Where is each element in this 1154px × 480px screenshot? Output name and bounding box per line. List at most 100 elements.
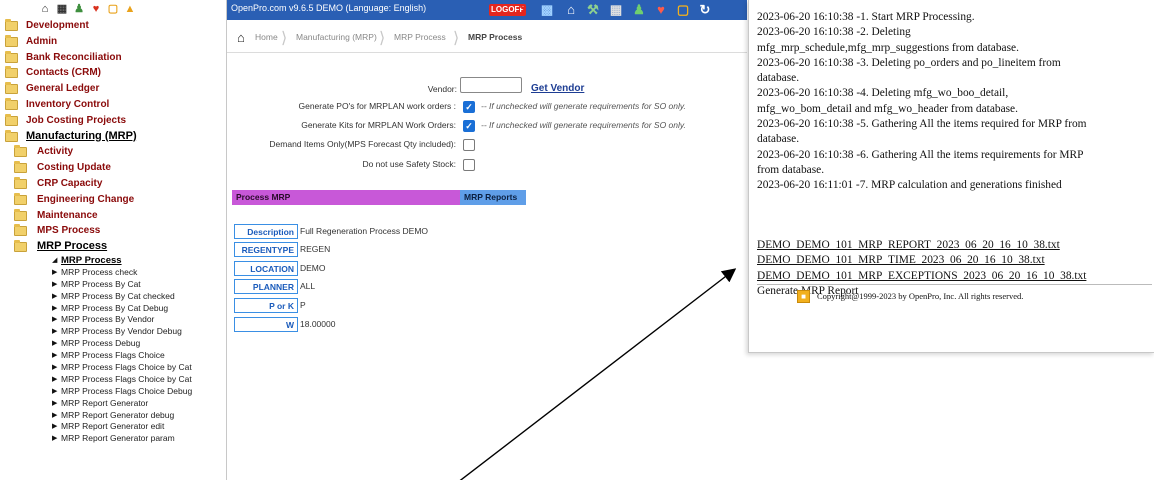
report-file-link[interactable]: DEMO_DEMO_101_MRP_REPORT_2023_06_20_16_1… (757, 238, 1152, 253)
sidebar-item-mps-process[interactable]: MPS Process (0, 223, 226, 239)
mrp-submenu-label: MRP Process Flags Choice Debug (61, 385, 193, 396)
generate-pos-checkbox[interactable]: ✓ (463, 101, 475, 113)
collapsed-arrow-icon: ▶ (52, 268, 58, 276)
log-line: 2023-06-20 16:10:38 -1. Start MRP Proces… (757, 11, 975, 23)
process-log: 2023-06-20 16:10:38 -1. Start MRP Proces… (757, 10, 1152, 194)
mrp-submenu-item[interactable]: ▶ MRP Process By Cat (0, 279, 226, 291)
sidebar-item-manufacturing[interactable]: Manufacturing (MRP) (0, 129, 226, 145)
collapsed-arrow-icon: ▶ (52, 292, 58, 300)
log-line: 2023-06-20 16:10:38 -6. Gathering All th… (757, 148, 1084, 161)
sidebar-item-inventory-control[interactable]: Inventory Control (0, 97, 226, 113)
heart-icon[interactable]: ♥ (653, 2, 669, 18)
breadcrumb-process[interactable]: MRP Process (394, 32, 446, 42)
generate-kits-label: Generate Kits for MRPLAN Work Orders: (301, 120, 456, 130)
sidebar-item-mrp-process[interactable]: MRP Process (0, 239, 226, 255)
home-icon[interactable]: ⌂ (38, 3, 52, 16)
sidebar-item-job-costing[interactable]: Job Costing Projects (0, 113, 226, 129)
users-icon[interactable]: ♟ (631, 2, 647, 18)
sidebar-item-maintenance[interactable]: Maintenance (0, 208, 226, 224)
mrp-submenu-item[interactable]: ▶ MRP Process Debug (0, 338, 226, 350)
sidebar-item-label: Admin (26, 35, 58, 47)
mrp-submenu-label: MRP Process Flags Choice by Cat (61, 361, 192, 372)
collapsed-arrow-icon: ▶ (52, 363, 58, 371)
app-title: OpenPro.com v9.6.5 DEMO (Language: Engli… (231, 3, 427, 13)
mrp-submenu-item[interactable]: ◢ MRP Process (0, 255, 226, 267)
breadcrumb-separator: ⟩ (281, 30, 288, 47)
mrp-submenu-item[interactable]: ▶ MRP Report Generator param (0, 433, 226, 445)
mrp-submenu-item[interactable]: ▶ MRP Process By Cat checked (0, 291, 226, 303)
mrp-submenu-item[interactable]: ▶ MRP Process Flags Choice by Cat (0, 362, 226, 374)
mrp-submenu-item[interactable]: ▶ MRP Process By Vendor Debug (0, 326, 226, 338)
sidebar-item-development[interactable]: Development (0, 18, 226, 34)
breadcrumb-manufacturing[interactable]: Manufacturing (MRP) (296, 32, 377, 42)
box-icon[interactable]: ▢ (106, 3, 120, 16)
report-file-link[interactable]: DEMO_DEMO_101_MRP_EXCEPTIONS_2023_06_20_… (757, 269, 1152, 284)
folder-icon (14, 176, 27, 189)
folder-icon (5, 34, 18, 47)
warning-icon[interactable]: ▲ (123, 3, 137, 16)
sidebar-item-label: Costing Update (37, 162, 111, 174)
sidebar-item-label: Activity (37, 146, 74, 158)
sidebar-item-contacts[interactable]: Contacts (CRM) (0, 65, 226, 81)
sidebar-item-crp-capacity[interactable]: CRP Capacity (0, 176, 226, 192)
generate-kits-checkbox[interactable]: ✓ (463, 120, 475, 132)
safety-stock-label: Do not use Safety Stock: (362, 159, 456, 169)
report-links: DEMO_DEMO_101_MRP_REPORT_2023_06_20_16_1… (757, 238, 1152, 299)
sidebar-item-label: MPS Process (37, 225, 101, 237)
mrp-submenu-label: MRP Process By Cat Debug (61, 302, 169, 313)
safety-stock-checkbox[interactable] (463, 159, 475, 171)
param-value: 18.00000 (300, 319, 336, 329)
generate-pos-note: -- If unchecked will generate requiremen… (481, 101, 686, 111)
window-icon[interactable]: ▩ (539, 2, 555, 18)
report-file-link[interactable]: DEMO_DEMO_101_MRP_TIME_2023_06_20_16_10_… (757, 253, 1152, 268)
sidebar-item-admin[interactable]: Admin (0, 34, 226, 50)
calculator-icon[interactable]: ▦ (55, 3, 69, 16)
tools-icon[interactable]: ⚒ (585, 2, 601, 18)
mrp-submenu-item[interactable]: ▶ MRP Report Generator debug (0, 410, 226, 422)
process-mrp-button[interactable]: Process MRP (232, 190, 460, 205)
box-icon[interactable]: ▢ (675, 2, 691, 18)
param-value: REGEN (300, 244, 331, 254)
log-line: 2023-06-20 16:10:38 -5. Gathering All th… (757, 118, 1087, 131)
sidebar-item-label: Job Costing Projects (26, 114, 127, 126)
mrp-submenu-item[interactable]: ▶ MRP Process By Cat Debug (0, 303, 226, 315)
openpro-logo-icon: ■ (797, 290, 810, 303)
breadcrumb-home[interactable]: Home (255, 32, 278, 42)
sidebar-item-general-ledger[interactable]: General Ledger (0, 81, 226, 97)
sidebar-item-label: Contacts (CRM) (26, 67, 101, 79)
folder-icon (5, 97, 18, 110)
home-icon[interactable]: ⌂ (563, 2, 579, 18)
mrp-submenu-item[interactable]: ▶ MRP Process Flags Choice (0, 350, 226, 362)
mrp-submenu-item[interactable]: ▶ MRP Report Generator edit (0, 421, 226, 433)
param-name: Description (234, 224, 298, 239)
mrp-submenu-label: MRP Process By Vendor (61, 314, 155, 325)
heart-icon[interactable]: ♥ (89, 3, 103, 16)
mrp-reports-button[interactable]: MRP Reports (460, 190, 526, 205)
mrp-submenu-item[interactable]: ▶ MRP Process Flags Choice Debug (0, 386, 226, 398)
sidebar-item-bank-reconciliation[interactable]: Bank Reconciliation (0, 50, 226, 66)
mrp-submenu-item[interactable]: ▶ MRP Report Generator (0, 398, 226, 410)
sidebar-item-activity[interactable]: Activity (0, 144, 226, 160)
refresh-icon[interactable]: ↻ (697, 2, 713, 18)
mrp-submenu-item[interactable]: ▶ MRP Process Flags Choice by Cat (0, 374, 226, 386)
vendor-input[interactable] (460, 77, 522, 93)
collapsed-arrow-icon: ▶ (52, 399, 58, 407)
calculator-icon[interactable]: ▦ (608, 2, 624, 18)
help-icon[interactable]: ? (515, 2, 531, 18)
sidebar-item-label: Development (26, 20, 89, 31)
collapsed-arrow-icon: ▶ (52, 316, 58, 324)
sidebar-item-label: Maintenance (37, 209, 98, 221)
demand-items-checkbox[interactable] (463, 139, 475, 151)
param-name: PLANNER (234, 279, 298, 294)
mrp-submenu-label: MRP Report Generator edit (61, 421, 165, 432)
mrp-submenu-item[interactable]: ▶ MRP Process By Vendor (0, 314, 226, 326)
users-icon[interactable]: ♟ (72, 3, 86, 16)
sidebar-item-label: Manufacturing (MRP) (26, 129, 137, 142)
home-icon[interactable]: ⌂ (237, 30, 245, 45)
collapsed-arrow-icon: ▶ (52, 304, 58, 312)
collapsed-arrow-icon: ▶ (52, 423, 58, 431)
get-vendor-link[interactable]: Get Vendor (531, 83, 584, 94)
mrp-submenu-item[interactable]: ▶ MRP Process check (0, 267, 226, 279)
sidebar-item-engineering-change[interactable]: Engineering Change (0, 192, 226, 208)
sidebar-item-costing-update[interactable]: Costing Update (0, 160, 226, 176)
